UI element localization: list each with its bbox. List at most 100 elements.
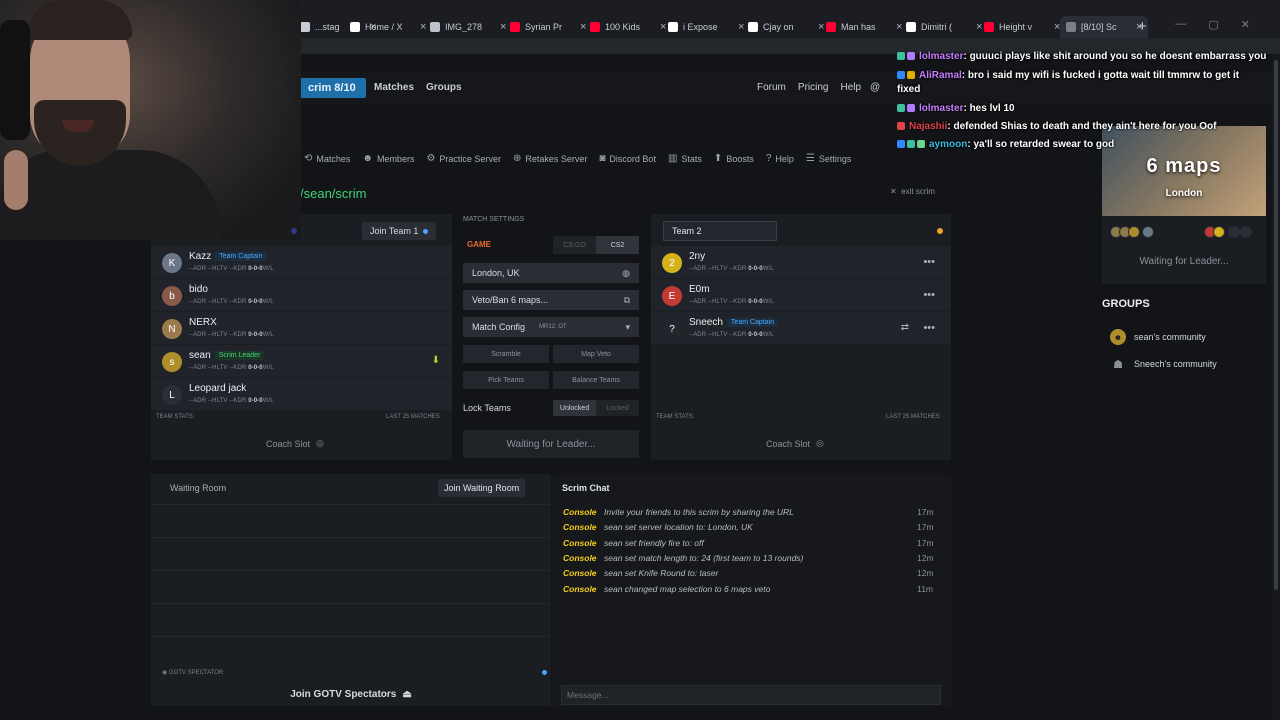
player-name[interactable]: E0m: [689, 284, 710, 295]
lock-option-unlocked[interactable]: Unlocked: [553, 400, 596, 416]
subnav-members[interactable]: ☻ Members: [362, 153, 414, 164]
scramble-button[interactable]: Scramble: [463, 345, 549, 363]
player-name[interactable]: sean Scrim Leader: [189, 350, 265, 361]
player-row[interactable]: N NERX --ADR --HLTV --KDR 0-0-0W/L: [151, 312, 452, 345]
avatar: b: [162, 286, 182, 306]
more-options-icon[interactable]: •••: [923, 289, 935, 301]
more-options-icon[interactable]: •••: [923, 322, 935, 334]
subnav-retakes-server[interactable]: ⊕ Retakes Server: [513, 153, 587, 164]
subnav-boosts[interactable]: ⬆ Boosts: [714, 153, 754, 164]
nav-groups[interactable]: Groups: [426, 82, 462, 93]
game-toggle[interactable]: CS:GO CS2: [553, 236, 639, 254]
browser-tab[interactable]: [8/10] Sc ×: [1060, 16, 1149, 38]
nav-forum[interactable]: Forum: [757, 82, 786, 93]
tab-close-icon[interactable]: ×: [818, 21, 824, 33]
subnav-help[interactable]: ? Help: [766, 153, 794, 164]
nav-matches[interactable]: Matches: [374, 82, 414, 93]
team2-coach-slot[interactable]: Coach Slot ◎: [766, 438, 824, 449]
stream-chat-message: lolmaster: hes lvl 10: [897, 103, 1015, 114]
join-gotv-button[interactable]: Join GOTV Spectators ⏏: [151, 682, 551, 706]
browser-tab[interactable]: Syrian Pr ×: [510, 16, 586, 38]
chat-text: sean set match length to: 24 (first team…: [604, 552, 804, 563]
subnav-matches[interactable]: ⟲ Matches: [304, 153, 350, 164]
exit-scrim-link[interactable]: ✕ exit scrim: [890, 187, 935, 196]
team1-coach-slot[interactable]: Coach Slot ◎: [266, 438, 324, 449]
stat-wl: W/L: [762, 266, 774, 272]
scrim-badge[interactable]: crim 8/10: [298, 78, 366, 98]
minimize-button[interactable]: —: [1175, 18, 1186, 31]
stat-kdr: --KDR: [729, 299, 747, 305]
pick-teams-button[interactable]: Pick Teams: [463, 371, 549, 389]
swap-icon[interactable]: ⇄: [901, 322, 909, 333]
player-row[interactable]: ? Sneech Team Captain --ADR --HLTV --KDR 0-…: [651, 312, 951, 345]
join-team1-button[interactable]: Join Team 1: [362, 222, 437, 240]
globe-icon: [430, 22, 440, 32]
browser-tab[interactable]: Height v ×: [984, 16, 1060, 38]
headset-icon: ◎: [816, 438, 824, 448]
game-option-csgo[interactable]: CS:GO: [553, 236, 596, 254]
player-row[interactable]: 2 2ny --ADR --HLTV --KDR 0-0-0W/L •••: [651, 246, 951, 279]
subnav-settings[interactable]: ☰ Settings: [806, 153, 852, 164]
veto-select[interactable]: Veto/Ban 6 maps... ⧉: [463, 290, 639, 310]
stat-kdr: --KDR: [729, 332, 747, 338]
tab-close-icon[interactable]: ×: [580, 21, 586, 33]
nav-help[interactable]: Help: [840, 82, 861, 93]
tab-close-icon[interactable]: ×: [420, 21, 426, 33]
chat-time: 17m: [917, 522, 934, 533]
browser-tab[interactable]: 100 Kids ×: [590, 16, 666, 38]
match-config-select[interactable]: Match Config MR12, OT ▾: [463, 317, 639, 337]
subnav-stats[interactable]: ▥ Stats: [668, 153, 702, 164]
player-name[interactable]: Kazz Team Captain: [189, 251, 267, 262]
subnav-discord-bot[interactable]: ◙ Discord Bot: [599, 153, 656, 164]
browser-tab[interactable]: Dimitri (×: [906, 16, 982, 38]
game-option-cs2[interactable]: CS2: [596, 236, 639, 254]
player-name[interactable]: bido: [189, 284, 208, 295]
location-select[interactable]: London, UK ◍: [463, 263, 639, 283]
nav-pricing[interactable]: Pricing: [798, 82, 829, 93]
tab-close-icon[interactable]: ×: [660, 21, 666, 33]
team2-name-input[interactable]: Team 2: [663, 221, 777, 241]
map-veto-button[interactable]: Map Veto: [553, 345, 639, 363]
player-row[interactable]: b bido --ADR --HLTV --KDR 0-0-0W/L: [151, 279, 452, 312]
tab-close-icon[interactable]: ×: [896, 21, 902, 33]
close-icon: ✕: [890, 187, 897, 196]
avatar: s: [162, 352, 182, 372]
balance-teams-button[interactable]: Balance Teams: [553, 371, 639, 389]
player-name[interactable]: Sneech Team Captain: [689, 317, 779, 328]
group-item-sneech[interactable]: ☗ Sneech's community: [1110, 356, 1217, 372]
new-tab-button[interactable]: +: [1138, 18, 1147, 35]
more-options-icon[interactable]: •••: [923, 256, 935, 268]
chat-message-input[interactable]: Message...: [561, 685, 941, 705]
lock-option-locked[interactable]: Locked: [596, 400, 639, 416]
player-row[interactable]: s sean Scrim Leader --ADR --HLTV --KDR 0-0-…: [151, 345, 452, 378]
user-menu[interactable]: @: [870, 82, 880, 93]
browser-tab[interactable]: Man has ×: [826, 16, 902, 38]
stat-kdr: --KDR: [229, 266, 247, 272]
browser-tab[interactable]: IMG_278 ×: [430, 16, 506, 38]
chat-badge-icon: [907, 71, 915, 79]
tab-close-icon[interactable]: ×: [500, 21, 506, 33]
page-scrollbar-thumb[interactable]: [1274, 60, 1278, 590]
subnav-practice-server[interactable]: ⚙ Practice Server: [426, 153, 501, 164]
tab-close-icon[interactable]: ×: [976, 21, 982, 33]
player-name-text: NERX: [189, 317, 217, 328]
stream-chat-text: : hes lvl 10: [963, 103, 1015, 114]
browser-tab[interactable]: Home / X ×: [350, 16, 426, 38]
player-name-text: sean: [189, 350, 211, 361]
subnav-label: Settings: [818, 153, 852, 164]
maximize-button[interactable]: ▢: [1208, 18, 1218, 31]
player-row[interactable]: K Kazz Team Captain --ADR --HLTV --KDR 0-0-…: [151, 246, 452, 279]
game-label: GAME: [467, 240, 491, 249]
tab-close-icon[interactable]: ×: [738, 21, 744, 33]
close-window-button[interactable]: ✕: [1241, 18, 1250, 31]
player-name[interactable]: NERX: [189, 317, 217, 328]
browser-tab[interactable]: i Expose ×: [668, 16, 744, 38]
browser-tab[interactable]: Cjay on ×: [748, 16, 824, 38]
player-name[interactable]: 2ny: [689, 251, 705, 262]
player-name[interactable]: Leopard jack: [189, 383, 246, 394]
player-row[interactable]: L Leopard jack --ADR --HLTV --KDR 0-0-0W/L: [151, 378, 452, 411]
group-item-sean[interactable]: ☻ sean's community: [1110, 329, 1206, 345]
lock-teams-toggle[interactable]: Unlocked Locked: [553, 400, 639, 416]
player-row[interactable]: E E0m --ADR --HLTV --KDR 0-0-0W/L •••: [651, 279, 951, 312]
join-waiting-room-button[interactable]: Join Waiting Room: [438, 479, 526, 497]
